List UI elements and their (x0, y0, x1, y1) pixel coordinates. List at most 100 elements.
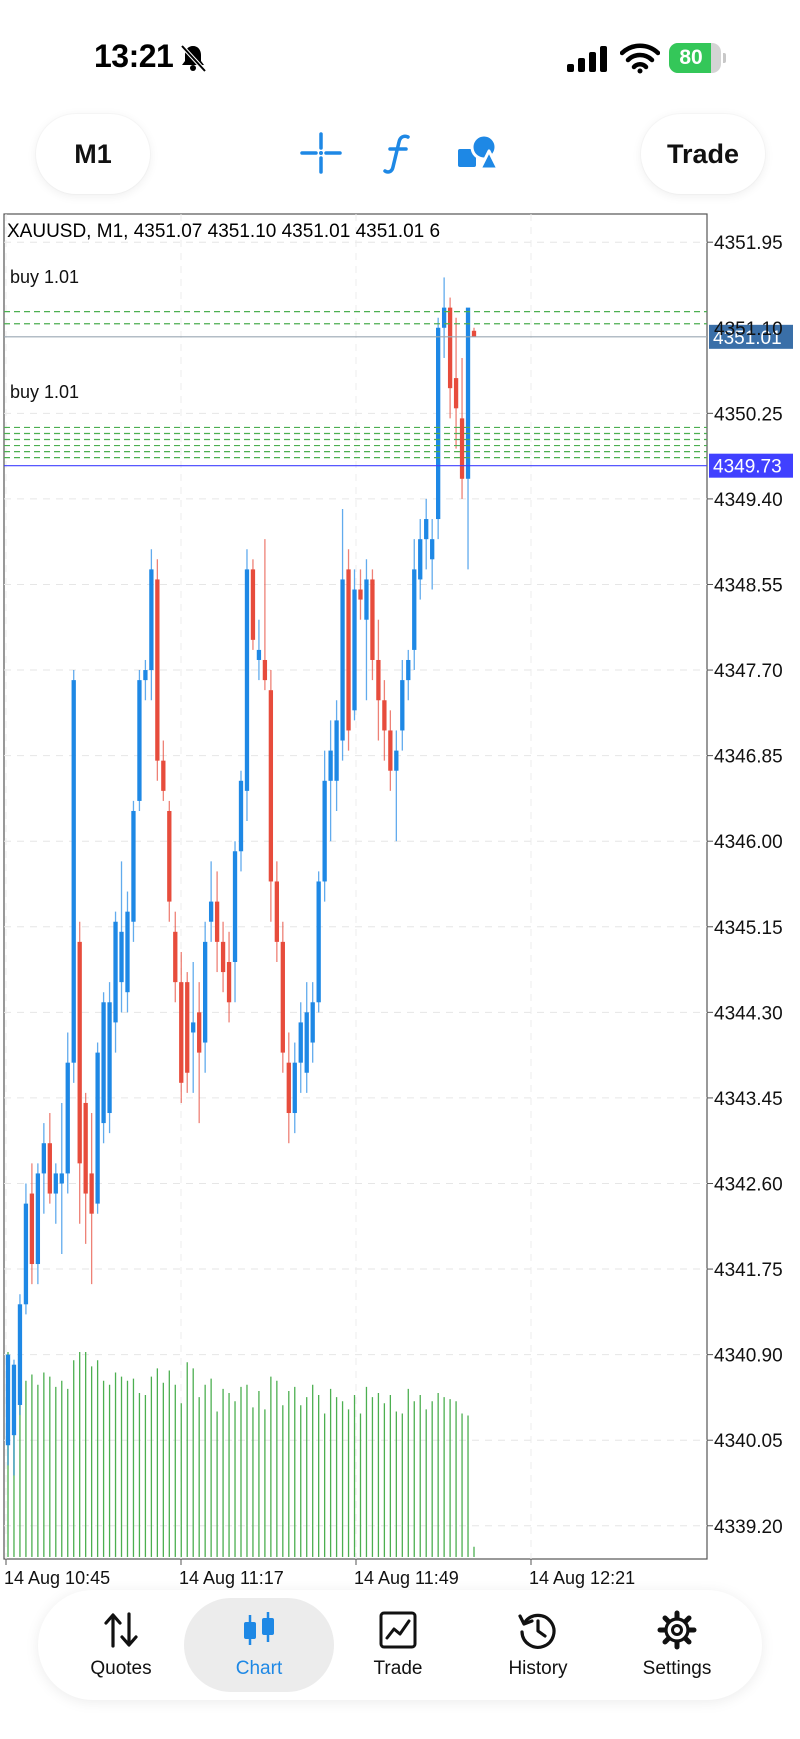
crosshair-icon[interactable] (299, 131, 343, 175)
candle-body (322, 780, 327, 882)
position-label: buy 1.01 (10, 382, 79, 402)
candle-body (11, 1364, 17, 1436)
trade-button[interactable]: Trade (641, 114, 765, 194)
candle-body (441, 307, 447, 328)
cellular-signal-icon (567, 46, 607, 72)
candle-body (400, 680, 405, 731)
candle-body (149, 569, 154, 671)
nav-chart[interactable]: Chart (184, 1598, 334, 1692)
timeframe-button[interactable]: M1 (36, 114, 150, 194)
candle-body (107, 1002, 112, 1114)
candle-body (95, 1052, 100, 1204)
candle-body (471, 330, 477, 337)
status-bar: 13:21 80 (0, 0, 800, 115)
nav-label: Trade (373, 1658, 423, 1679)
candle-body (358, 589, 363, 600)
ask-price-tag-label: 4349.73 (713, 457, 782, 478)
candle-body (298, 1022, 303, 1063)
price-tick-label: 4346.00 (714, 832, 783, 853)
time-tick-label: 14 Aug 11:49 (354, 1568, 459, 1588)
price-tick-label: 4348.55 (714, 575, 783, 596)
time-tick-label: 14 Aug 11:17 (179, 1568, 284, 1588)
price-tick-label: 4340.05 (714, 1431, 783, 1452)
candle-body (71, 680, 76, 1063)
candle-body (453, 378, 459, 409)
candle-body (89, 1173, 94, 1214)
candle-body (131, 810, 136, 922)
candle-body (167, 810, 172, 902)
candle-body (191, 1022, 196, 1033)
candle-body (286, 1062, 291, 1114)
position-label: buy 1.01 (10, 267, 79, 287)
candle-body (47, 1143, 52, 1194)
candle-body (125, 911, 130, 993)
price-tick-label: 4343.45 (714, 1089, 783, 1110)
nav-trade[interactable]: Trade (323, 1598, 473, 1692)
bell-muted-icon (180, 44, 207, 73)
candle-body (238, 780, 244, 852)
nav-settings[interactable]: Settings (602, 1598, 752, 1692)
candle-body (197, 1012, 202, 1053)
candle-body (83, 1102, 88, 1194)
price-tick-label: 4345.15 (714, 918, 783, 939)
candlestick-icon (244, 1612, 274, 1645)
candle-body (244, 569, 250, 791)
candle-body (226, 962, 232, 1003)
candle-body (388, 730, 393, 771)
candle-body (214, 901, 220, 942)
candle-body (185, 982, 190, 1073)
candle-body (430, 539, 435, 560)
quotes-arrows-icon (104, 1612, 138, 1648)
candle-body (65, 1062, 70, 1174)
candle-body (179, 982, 184, 1083)
price-tick-label: 4342.60 (714, 1174, 783, 1195)
candle-body (447, 307, 453, 389)
time-axis: 14 Aug 10:45 14 Aug 11:17 14 Aug 11:49 14 A… (4, 1559, 635, 1588)
candle-body (173, 931, 178, 983)
objects-icon[interactable] (456, 131, 500, 175)
time-tick-label: 14 Aug 12:21 (529, 1568, 635, 1588)
history-clock-icon (518, 1613, 556, 1649)
price-chart[interactable]: 4351.01 4349.73 4351.95 4350.25 4349.40 4348… (0, 210, 800, 1590)
candle-body (394, 750, 399, 771)
price-tick-label: 4340.90 (714, 1346, 783, 1367)
candle-body (256, 649, 262, 660)
candle-body (328, 750, 333, 781)
candle-body (59, 1173, 64, 1184)
nav-label: Quotes (90, 1658, 152, 1679)
candle-body (340, 579, 345, 741)
nav-quotes[interactable]: Quotes (46, 1598, 196, 1692)
candle-body (346, 569, 351, 731)
candle-body (406, 659, 411, 681)
nav-label: Chart (235, 1658, 283, 1679)
candle-body (364, 579, 369, 620)
candle-body (143, 670, 148, 681)
candle-body (459, 418, 465, 479)
candle-body (250, 569, 256, 640)
candle-body (77, 941, 82, 1164)
candle-body (101, 1002, 106, 1124)
candle-body (220, 941, 226, 973)
candle-body (424, 519, 429, 540)
nav-history[interactable]: History (463, 1598, 613, 1692)
candle-body (292, 1062, 297, 1114)
price-tick-label: 4339.20 (714, 1517, 783, 1538)
candle-body (268, 690, 274, 882)
price-tick-label: 4351.10 (714, 319, 783, 340)
candle-body (17, 1304, 23, 1405)
candlestick-chart[interactable]: 4351.014349.73 4351.954350.254349.404348… (0, 210, 800, 1590)
chart-header: XAUUSD, M1, 4351.07 4351.10 4351.01 4351… (7, 221, 440, 242)
bottom-navigation: Quotes Chart Trade History Settings (38, 1590, 762, 1700)
candle-body (232, 851, 238, 963)
trade-chart-icon (379, 1611, 417, 1649)
candle-body (316, 881, 321, 1003)
function-icon[interactable] (378, 131, 422, 175)
candle-body (29, 1193, 35, 1265)
price-axis: 4351.95 4350.25 4349.40 4348.55 4347.70 4346.… (707, 233, 783, 1538)
candle-body (5, 1354, 11, 1446)
candle-body (412, 569, 417, 650)
candle-body (280, 941, 285, 1053)
candle-body (53, 1173, 58, 1194)
candle-body (310, 1002, 315, 1043)
status-time: 13:21 (94, 38, 174, 74)
